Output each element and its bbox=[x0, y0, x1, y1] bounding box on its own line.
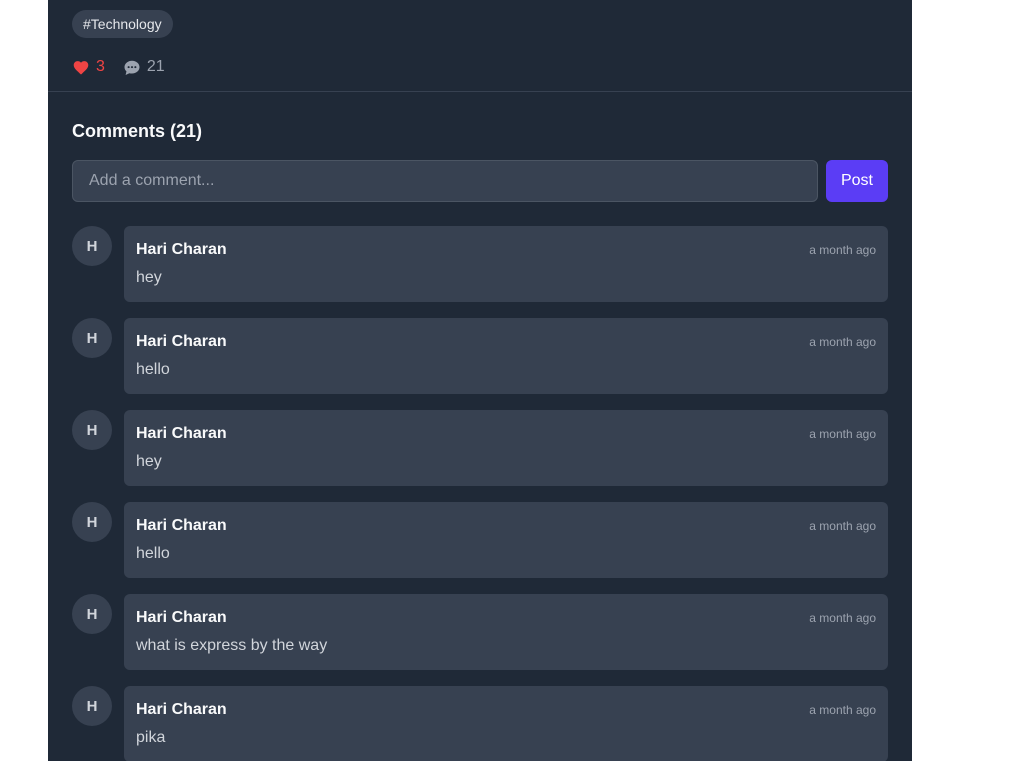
like-count: 3 bbox=[96, 58, 105, 75]
post-panel: #Technology 3 21 Comments (21) Add a com… bbox=[48, 0, 912, 761]
comment-time: a month ago bbox=[809, 335, 876, 349]
post-footer: #Technology 3 21 bbox=[48, 0, 912, 92]
comment-author[interactable]: Hari Charan bbox=[136, 333, 227, 351]
comment-time: a month ago bbox=[809, 243, 876, 257]
comment-time: a month ago bbox=[809, 519, 876, 533]
comment-text: hey bbox=[136, 269, 162, 286]
comment-author[interactable]: Hari Charan bbox=[136, 609, 227, 627]
comment-time: a month ago bbox=[809, 611, 876, 625]
comment-author[interactable]: Hari Charan bbox=[136, 425, 227, 443]
comment-text: hello bbox=[136, 361, 170, 378]
comment-list: H Hari Charan a month ago hey H Hari Cha… bbox=[72, 226, 888, 761]
post-comment-button[interactable]: Post bbox=[826, 160, 888, 202]
comment-bubble: Hari Charan a month ago hello bbox=[124, 502, 888, 578]
comment-item: H Hari Charan a month ago what is expres… bbox=[72, 594, 888, 670]
avatar[interactable]: H bbox=[72, 502, 112, 542]
comment-item: H Hari Charan a month ago hello bbox=[72, 318, 888, 394]
chat-bubble-icon bbox=[124, 60, 140, 75]
comment-count: 21 bbox=[146, 58, 165, 75]
comment-author[interactable]: Hari Charan bbox=[136, 241, 227, 259]
comment-text: pika bbox=[136, 729, 166, 746]
avatar[interactable]: H bbox=[72, 226, 112, 266]
comment-form: Post bbox=[72, 160, 888, 202]
post-stats: 3 21 bbox=[72, 55, 888, 79]
comment-bubble: Hari Charan a month ago pika bbox=[124, 686, 888, 761]
tag-chip[interactable]: #Technology bbox=[72, 10, 173, 38]
comment-text: what is express by the way bbox=[136, 637, 328, 654]
comment-item: H Hari Charan a month ago hey bbox=[72, 226, 888, 302]
avatar[interactable]: H bbox=[72, 686, 112, 726]
comment-input[interactable] bbox=[72, 160, 818, 202]
comment-item: H Hari Charan a month ago hello bbox=[72, 502, 888, 578]
avatar[interactable]: H bbox=[72, 410, 112, 450]
like-button[interactable]: 3 bbox=[72, 58, 105, 76]
heart-icon bbox=[73, 61, 89, 75]
comment-text: hello bbox=[136, 545, 170, 562]
avatar[interactable]: H bbox=[72, 594, 112, 634]
comment-author[interactable]: Hari Charan bbox=[136, 701, 227, 719]
avatar[interactable]: H bbox=[72, 318, 112, 358]
comment-author[interactable]: Hari Charan bbox=[136, 517, 227, 535]
comment-time: a month ago bbox=[809, 703, 876, 717]
comments-title: Comments (21) bbox=[72, 121, 203, 141]
comment-text: hey bbox=[136, 453, 162, 470]
comment-bubble: Hari Charan a month ago hello bbox=[124, 318, 888, 394]
comments-section: Comments (21) Post H Hari Charan a month… bbox=[48, 120, 912, 761]
comment-bubble: Hari Charan a month ago what is express … bbox=[124, 594, 888, 670]
comment-time: a month ago bbox=[809, 427, 876, 441]
comments-button[interactable]: 21 bbox=[123, 58, 165, 76]
comment-bubble: Hari Charan a month ago hey bbox=[124, 410, 888, 486]
comment-item: H Hari Charan a month ago hey bbox=[72, 410, 888, 486]
comment-bubble: Hari Charan a month ago hey bbox=[124, 226, 888, 302]
comment-item: H Hari Charan a month ago pika bbox=[72, 686, 888, 761]
